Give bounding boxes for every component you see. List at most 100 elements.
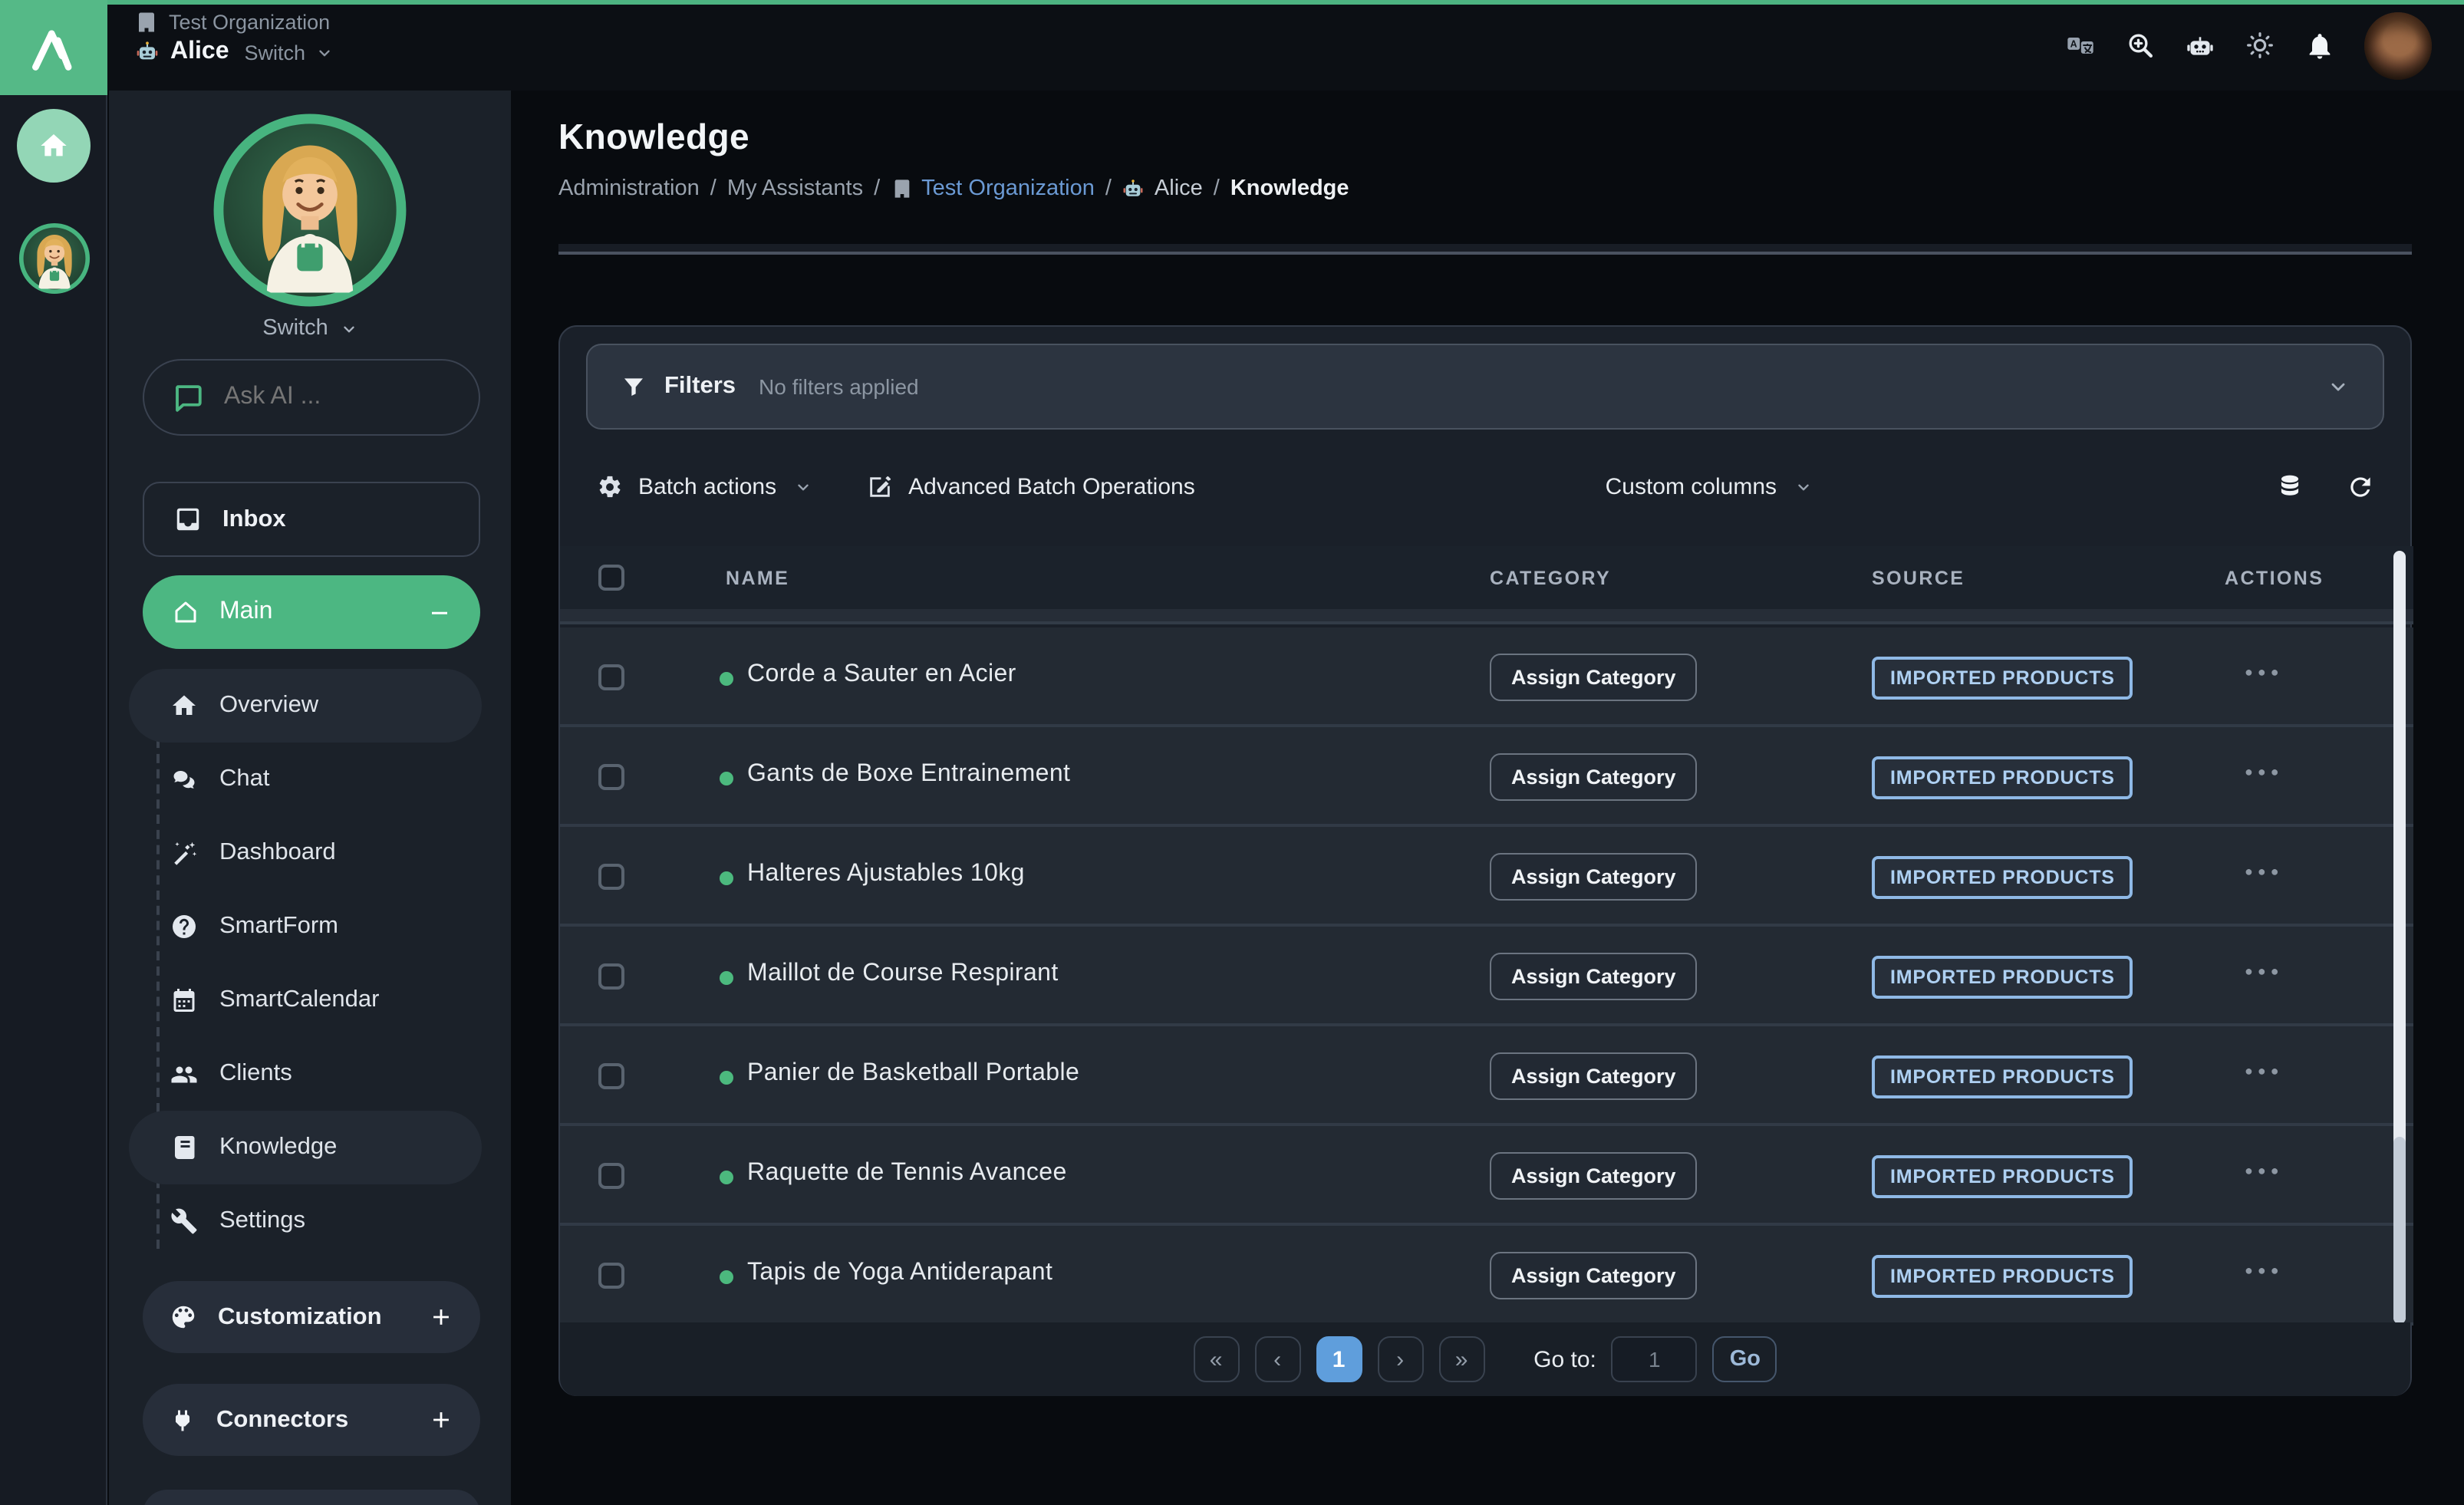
status-dot [720, 772, 733, 785]
source-badge: IMPORTED PRODUCTS [1872, 1155, 2133, 1198]
wrench-icon [170, 1207, 198, 1235]
refresh-icon[interactable] [2343, 469, 2377, 503]
assign-category-button[interactable]: Assign Category [1490, 1252, 1698, 1299]
go-button[interactable]: Go [1713, 1336, 1777, 1382]
row-name[interactable]: Corde a Sauter en Acier [747, 661, 1016, 689]
home-button[interactable] [17, 109, 91, 183]
column-header-name[interactable]: NAME [726, 546, 789, 609]
breadcrumb-organization[interactable]: Test Organization [891, 176, 1095, 201]
row-name[interactable]: Raquette de Tennis Avancee [747, 1160, 1067, 1187]
row-checkbox[interactable] [598, 1263, 624, 1289]
palette-icon [169, 1302, 198, 1332]
top-accent-line [0, 0, 2464, 5]
row-checkbox[interactable] [598, 1063, 624, 1089]
robot-icon[interactable] [2185, 30, 2215, 61]
ask-ai-input[interactable] [224, 384, 439, 411]
select-all-checkbox[interactable] [598, 565, 624, 591]
chat-bubble-icon [172, 381, 204, 413]
zoom-in-icon[interactable] [2125, 30, 2156, 61]
sidebar-item-smartcalendar[interactable]: SmartCalendar [129, 963, 482, 1037]
user-avatar[interactable] [2364, 12, 2432, 79]
pagination-bar: « ‹ 1 › » Go to: Go [560, 1322, 2410, 1396]
row-checkbox[interactable] [598, 963, 624, 990]
sidebar-item-label: Overview [219, 692, 318, 720]
table-header: NAME CATEGORY SOURCE ACTIONS [560, 546, 2413, 609]
assign-category-button[interactable]: Assign Category [1490, 953, 1698, 1000]
sidebar-item-knowledge[interactable]: Knowledge [129, 1111, 482, 1184]
advanced-batch-operations-button[interactable]: Advanced Batch Operations [867, 473, 1195, 499]
source-badge: IMPORTED PRODUCTS [1872, 1255, 2133, 1298]
chevron-down-icon [2327, 376, 2349, 397]
row-actions-menu[interactable]: ●●● [2245, 864, 2284, 879]
row-name[interactable]: Tapis de Yoga Antiderapant [747, 1260, 1052, 1287]
building-icon [891, 178, 912, 199]
row-checkbox[interactable] [598, 1163, 624, 1189]
sidebar-item-label: Dashboard [219, 839, 336, 867]
chevron-down-icon [795, 478, 812, 495]
partially-scrolled-row [560, 609, 2413, 624]
pagination-first-button[interactable]: « [1193, 1336, 1239, 1382]
row-actions-menu[interactable]: ●●● [2245, 1163, 2284, 1178]
sidebar-item-dashboard[interactable]: Dashboard [129, 816, 482, 890]
breadcrumb-my-assistants[interactable]: My Assistants [727, 176, 863, 201]
sidebar-item-settings[interactable]: Settings [129, 1184, 482, 1258]
assistant-avatar[interactable] [212, 112, 408, 308]
scrolled-card-remnant [558, 244, 2412, 255]
row-checkbox[interactable] [598, 864, 624, 890]
row-name[interactable]: Gants de Boxe Entrainement [747, 761, 1070, 789]
pagination-page-1-button[interactable]: 1 [1316, 1336, 1362, 1382]
column-header-category[interactable]: CATEGORY [1490, 546, 1611, 609]
status-dot [720, 672, 733, 686]
row-name[interactable]: Maillot de Course Respirant [747, 960, 1059, 988]
row-name[interactable]: Halteres Ajustables 10kg [747, 861, 1025, 888]
sidebar: Switch Inbox Main OverviewCha [109, 91, 511, 1505]
scrollbar-thumb[interactable] [2393, 1137, 2406, 1324]
custom-columns-button[interactable]: Custom columns [1606, 473, 1812, 499]
pagination-next-button[interactable]: › [1377, 1336, 1423, 1382]
notifications-bell-icon[interactable] [2304, 30, 2335, 61]
assign-category-button[interactable]: Assign Category [1490, 654, 1698, 701]
database-icon[interactable] [2272, 469, 2306, 503]
column-header-source[interactable]: SOURCE [1872, 546, 1965, 609]
sidebar-item-clients[interactable]: Clients [129, 1037, 482, 1111]
theme-sun-icon[interactable] [2245, 30, 2275, 61]
sidebar-section-customization[interactable]: Customization [143, 1281, 480, 1353]
sidebar-item-overview[interactable]: Overview [129, 669, 482, 743]
sidebar-section-main[interactable]: Main [143, 575, 480, 649]
row-actions-menu[interactable]: ●●● [2245, 664, 2284, 680]
switch-label: Switch [245, 41, 306, 64]
plus-icon [428, 1304, 454, 1330]
pagination-last-button[interactable]: » [1438, 1336, 1484, 1382]
row-actions-menu[interactable]: ●●● [2245, 963, 2284, 979]
breadcrumb-assistant[interactable]: Alice [1122, 176, 1203, 201]
row-actions-menu[interactable]: ●●● [2245, 764, 2284, 779]
sidebar-section-connectors[interactable]: Connectors [143, 1384, 480, 1456]
sidebar-item-label: Settings [219, 1207, 305, 1235]
app-logo[interactable] [0, 0, 107, 95]
sidebar-item-chat[interactable]: Chat [129, 743, 482, 816]
batch-actions-button[interactable]: Batch actions [597, 473, 812, 499]
assistant-mini-avatar[interactable] [18, 222, 91, 295]
table-body: Corde a Sauter en Acier Assign Category IM… [560, 627, 2413, 1326]
inbox-button[interactable]: Inbox [143, 482, 480, 557]
row-checkbox[interactable] [598, 764, 624, 790]
row-actions-menu[interactable]: ●●● [2245, 1063, 2284, 1079]
assign-category-button[interactable]: Assign Category [1490, 1052, 1698, 1100]
assign-category-button[interactable]: Assign Category [1490, 1152, 1698, 1200]
book-icon [170, 1134, 198, 1161]
avatar-switch[interactable]: Switch [109, 316, 511, 341]
sidebar-item-label: Chat [219, 766, 270, 793]
row-name[interactable]: Panier de Basketball Portable [747, 1060, 1079, 1088]
filters-bar[interactable]: Filters No filters applied [586, 344, 2384, 430]
table-scrollbar[interactable] [2393, 551, 2406, 1324]
goto-page-input[interactable] [1612, 1336, 1698, 1382]
pagination-prev-button[interactable]: ‹ [1254, 1336, 1300, 1382]
translate-icon[interactable]: A [2065, 30, 2096, 61]
assistant-switcher[interactable]: Alice Switch [135, 38, 333, 66]
row-checkbox[interactable] [598, 664, 624, 690]
assign-category-button[interactable]: Assign Category [1490, 753, 1698, 801]
row-actions-menu[interactable]: ●●● [2245, 1263, 2284, 1278]
sidebar-item-smartform[interactable]: SmartForm [129, 890, 482, 963]
assign-category-button[interactable]: Assign Category [1490, 853, 1698, 901]
breadcrumb-administration[interactable]: Administration [558, 176, 700, 201]
